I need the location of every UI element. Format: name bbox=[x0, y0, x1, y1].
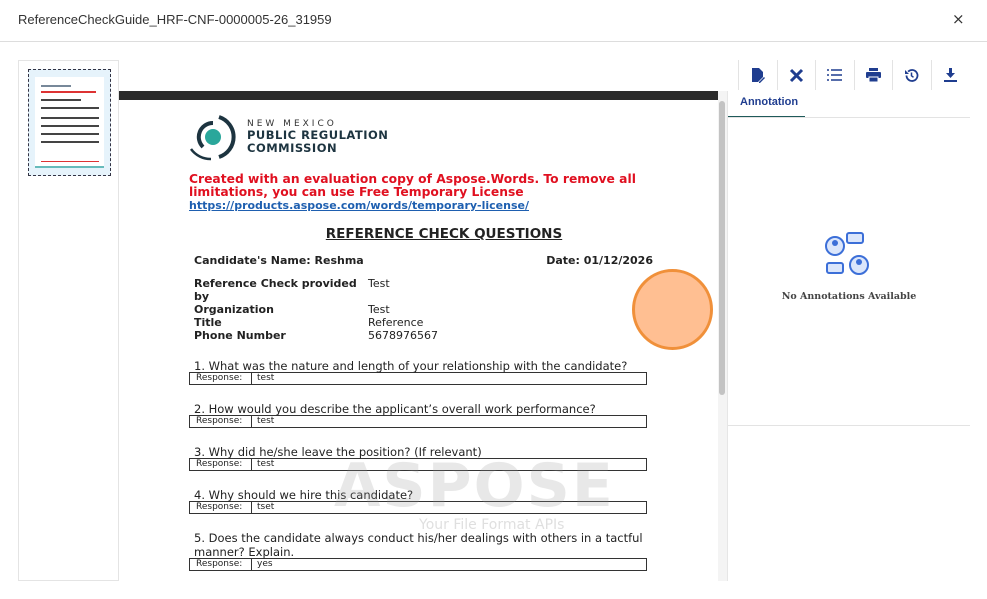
list-icon bbox=[827, 68, 843, 81]
download-button[interactable] bbox=[930, 60, 970, 90]
page-thumbnail-1[interactable] bbox=[28, 69, 111, 176]
close-button[interactable]: × bbox=[952, 10, 965, 28]
info-value: Test bbox=[368, 303, 390, 316]
prc-logo-icon bbox=[189, 115, 236, 161]
response-value: tset bbox=[257, 502, 275, 512]
info-value: 5678976567 bbox=[368, 329, 438, 342]
response-value: test bbox=[257, 416, 275, 426]
info-label: Phone Number bbox=[194, 329, 286, 342]
no-annotations-text: No Annotations Available bbox=[781, 291, 917, 302]
evaluation-notice: Created with an evaluation copy of Aspos… bbox=[189, 172, 636, 199]
response-value: yes bbox=[257, 559, 273, 569]
info-label: Organization bbox=[194, 303, 274, 316]
page-top-edge bbox=[119, 91, 718, 100]
scrollbar-thumb[interactable] bbox=[719, 101, 725, 395]
document-toolbar bbox=[738, 60, 969, 90]
response-label: Response: bbox=[190, 416, 252, 427]
list-button[interactable] bbox=[815, 60, 854, 90]
annotations-empty-icon bbox=[825, 232, 869, 275]
response-label: Response: bbox=[190, 559, 252, 570]
logo-line2: COMMISSION bbox=[247, 141, 338, 155]
info-label: Reference Check provided by bbox=[194, 277, 357, 303]
response-value: test bbox=[257, 459, 275, 469]
document-scrollbar[interactable] bbox=[718, 91, 727, 581]
window-title: ReferenceCheckGuide_HRF-CNF-0000005-26_3… bbox=[18, 12, 332, 27]
question-text: 1. What was the nature and length of you… bbox=[194, 359, 628, 373]
tools-icon bbox=[789, 68, 803, 82]
question-text: 5. Does the candidate always conduct his… bbox=[194, 531, 643, 559]
candidate-name: Candidate's Name: Reshma bbox=[194, 254, 364, 267]
info-value: Test bbox=[368, 277, 390, 290]
aspose-watermark: ASPOSE bbox=[334, 451, 615, 521]
info-value: Reference bbox=[368, 316, 424, 329]
aspose-watermark-sub: Your File Format APIs bbox=[419, 517, 565, 533]
document-viewer: NEW MEXICO PUBLIC REGULATION COMMISSION … bbox=[119, 91, 727, 581]
reference-info: Reference Check provided by Test Organiza… bbox=[194, 277, 659, 342]
response-label: Response: bbox=[190, 373, 252, 384]
history-icon bbox=[905, 68, 919, 82]
document-heading: REFERENCE CHECK QUESTIONS bbox=[325, 226, 563, 242]
response-label: Response: bbox=[190, 502, 252, 513]
edit-document-button[interactable] bbox=[738, 60, 777, 90]
annotation-panel: Annotation No Annotations Available bbox=[727, 91, 970, 581]
window-header: ReferenceCheckGuide_HRF-CNF-0000005-26_3… bbox=[0, 0, 987, 42]
license-link[interactable]: https://products.aspose.com/words/tempor… bbox=[189, 199, 659, 212]
cursor-indicator bbox=[632, 269, 713, 350]
download-icon bbox=[943, 68, 957, 82]
response-value: test bbox=[257, 373, 275, 383]
print-icon bbox=[865, 68, 881, 82]
info-label: Title bbox=[194, 316, 222, 329]
print-button[interactable] bbox=[853, 60, 893, 90]
question-text: 2. How would you describe the applicant’… bbox=[194, 402, 596, 416]
document-date: Date: 01/12/2026 bbox=[546, 254, 653, 267]
tab-annotation[interactable]: Annotation bbox=[728, 91, 805, 118]
response-row: Response: test bbox=[189, 372, 647, 385]
thumbnail-panel bbox=[18, 60, 119, 581]
edit-document-icon bbox=[751, 67, 765, 83]
response-row: Response: test bbox=[189, 415, 647, 428]
prc-logo: NEW MEXICO PUBLIC REGULATION COMMISSION bbox=[189, 113, 659, 161]
response-label: Response: bbox=[190, 459, 252, 470]
response-row: Response: yes bbox=[189, 558, 647, 571]
history-button[interactable] bbox=[892, 60, 931, 90]
tools-button[interactable] bbox=[776, 60, 816, 90]
